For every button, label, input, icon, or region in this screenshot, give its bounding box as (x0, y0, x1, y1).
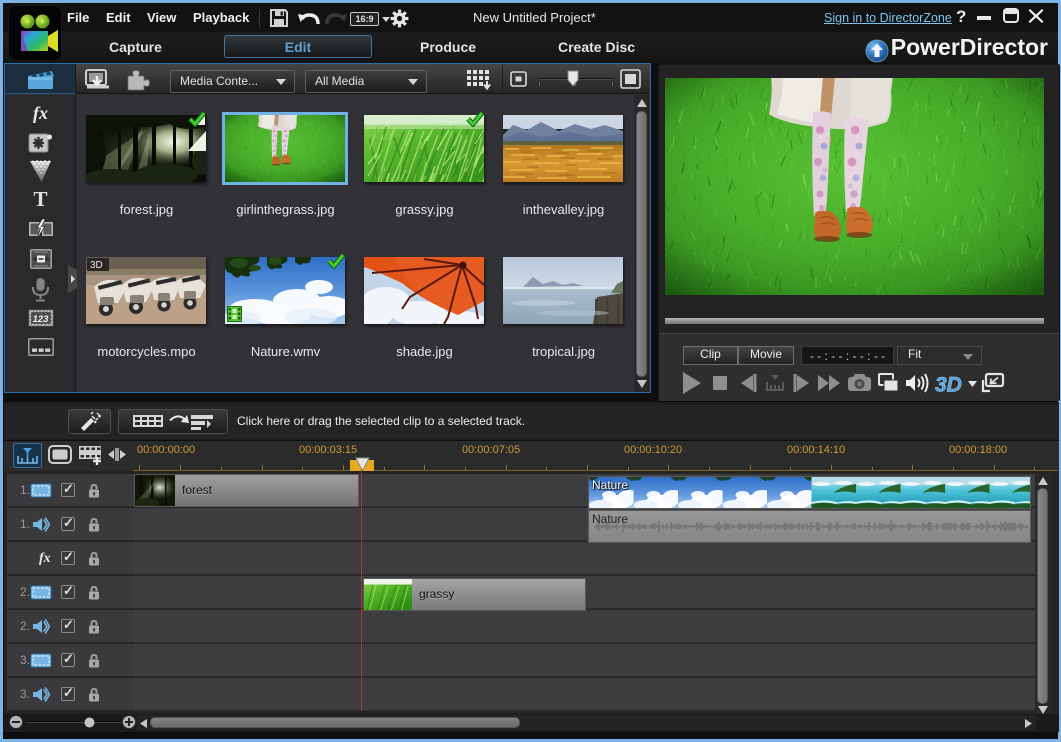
svg-text:123: 123 (33, 314, 50, 325)
svg-text:3D: 3D (90, 260, 103, 271)
svg-text:3D: 3D (935, 374, 962, 397)
